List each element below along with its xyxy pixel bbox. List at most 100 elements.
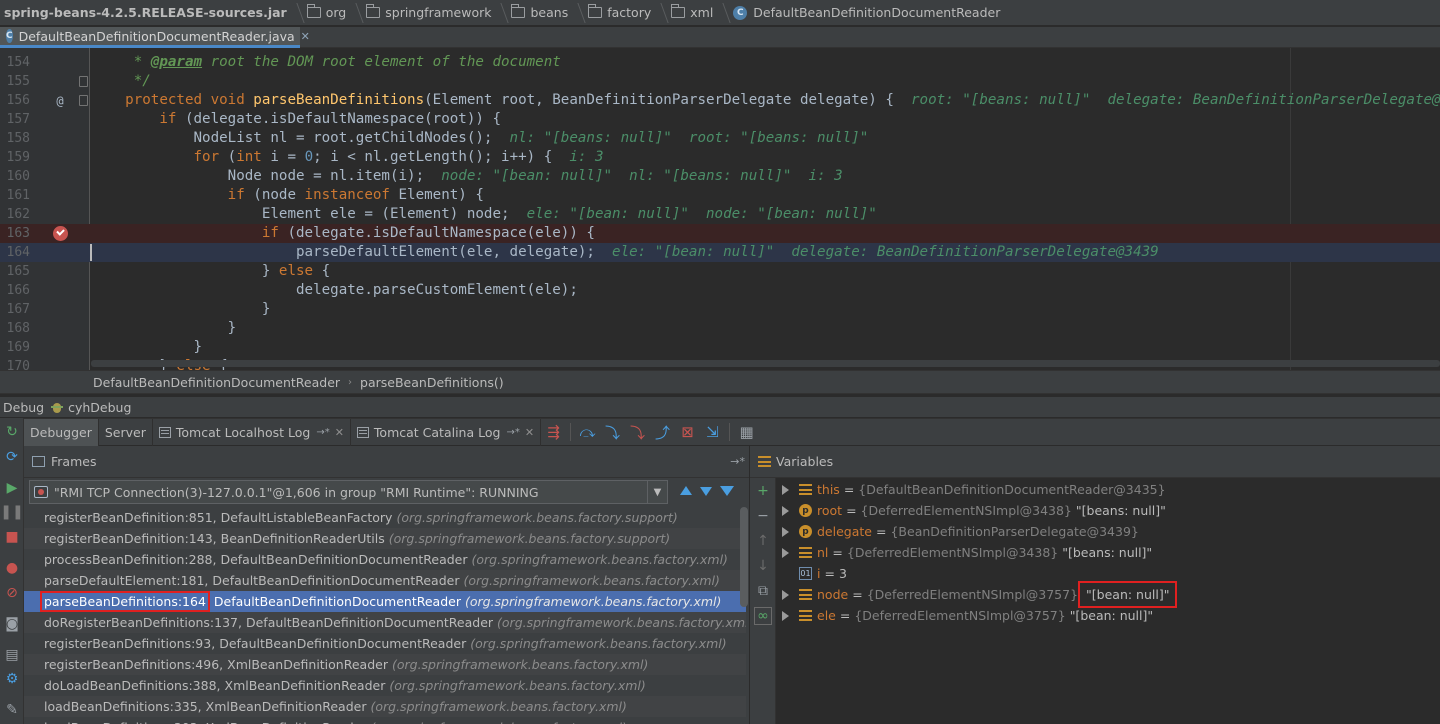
line-number[interactable]: 161 [0, 186, 30, 205]
code-line[interactable]: 165 } else { [0, 262, 1440, 281]
variable-row[interactable]: ele = {DeferredElementNSImpl@3757} "[bean: … [780, 605, 1153, 626]
breakpoint-icon[interactable] [53, 226, 68, 241]
code-line[interactable]: 154 * @param root the DOM root element o… [0, 53, 1440, 72]
show-values-icon[interactable]: ∞ [754, 607, 772, 625]
pause-icon[interactable]: ❚❚ [0, 503, 23, 521]
step-out-icon[interactable]: ⤴ [650, 421, 675, 443]
line-number[interactable]: 166 [0, 281, 30, 300]
frame-row[interactable]: doRegisterBeanDefinitions:137, DefaultBea… [24, 612, 746, 633]
chevron-down-icon[interactable]: ▼ [647, 481, 667, 503]
fold-icon[interactable] [79, 95, 88, 106]
breadcrumb-folder-org[interactable]: org [306, 0, 346, 25]
frame-row[interactable]: registerBeanDefinition:143, BeanDefinitio… [24, 528, 746, 549]
code-line[interactable]: 158 NodeList nl = root.getChildNodes(); … [0, 129, 1440, 148]
line-number[interactable]: 165 [0, 262, 30, 281]
close-icon[interactable]: ✕ [301, 30, 310, 43]
breadcrumb-folder-springframework[interactable]: springframework [366, 0, 491, 25]
code-line[interactable]: 163 if (delegate.isDefaultNamespace(ele)… [0, 224, 1440, 243]
settings-icon[interactable]: ⚙ [3, 670, 21, 688]
camera-icon[interactable]: ◙ [3, 615, 21, 633]
move-down-icon[interactable]: ↓ [754, 557, 772, 575]
expand-icon[interactable] [782, 505, 789, 516]
frame-row[interactable]: loadBeanDefinitions:303, XmlBeanDefinitio… [24, 717, 746, 724]
code-line[interactable]: 157 if (delegate.isDefaultNamespace(root… [0, 110, 1440, 129]
line-number[interactable]: 169 [0, 338, 30, 357]
frames-scrollbar[interactable] [740, 507, 748, 607]
remove-watch-icon[interactable]: − [754, 507, 772, 525]
arrow-down-icon[interactable] [700, 487, 712, 496]
code-line[interactable]: 167 } [0, 300, 1440, 319]
frame-row[interactable]: processBeanDefinition:288, DefaultBeanDef… [24, 549, 746, 570]
breadcrumb-folder-beans[interactable]: beans [511, 0, 568, 25]
frame-row[interactable]: registerBeanDefinitions:93, DefaultBeanDe… [24, 633, 746, 654]
code-line[interactable]: 162 Element ele = (Element) node; ele: "… [0, 205, 1440, 224]
copy-icon[interactable]: ⧉ [754, 582, 772, 600]
view-breakpoints-icon[interactable]: ● [3, 559, 21, 577]
tab-tomcat-catalina-log[interactable]: Tomcat Catalina Log →* ✕ [351, 418, 542, 446]
breadcrumb-folder-factory[interactable]: factory [588, 0, 651, 25]
close-icon[interactable]: ✕ [525, 426, 534, 439]
layout-icon[interactable]: ▤ [3, 646, 21, 664]
pin-icon[interactable]: →* [316, 427, 329, 438]
line-number[interactable]: 168 [0, 319, 30, 338]
tab-server[interactable]: Server [99, 418, 153, 446]
horizontal-scrollbar[interactable] [91, 360, 1440, 367]
stop-icon[interactable]: ■ [3, 528, 21, 546]
line-number[interactable]: 163 [0, 224, 30, 243]
variable-row[interactable]: p root = {DeferredElementNSImpl@3438} "[bean… [780, 500, 1166, 521]
editor-breadcrumb-class[interactable]: DefaultBeanDefinitionDocumentReader [93, 375, 340, 390]
code-line[interactable]: 159 for (int i = 0; i < nl.getLength(); … [0, 148, 1440, 167]
show-execution-point-icon[interactable]: ⇶ [541, 421, 566, 443]
code-line[interactable]: 160 Node node = nl.item(i); node: "[bean… [0, 167, 1440, 186]
refresh-icon[interactable]: ⟳ [3, 448, 21, 466]
code-line[interactable]: 169 } [0, 338, 1440, 357]
fold-icon[interactable] [79, 76, 88, 87]
rerun-icon[interactable]: ↻ [3, 423, 21, 441]
pin-icon[interactable]: →* [730, 455, 745, 468]
code-line[interactable]: 166 delegate.parseCustomElement(ele); [0, 281, 1440, 300]
breadcrumb-jar[interactable]: spring-beans-4.2.5.RELEASE-sources.jar [4, 0, 287, 25]
frame-row[interactable]: parseDefaultElement:181, DefaultBeanDefin… [24, 570, 746, 591]
arrow-up-icon[interactable] [680, 486, 692, 495]
frame-row[interactable]: registerBeanDefinitions:496, XmlBeanDefin… [24, 654, 746, 675]
mute-breakpoints-icon[interactable]: ⊘ [3, 584, 21, 602]
frame-row[interactable]: doLoadBeanDefinitions:388, XmlBeanDefinit… [24, 675, 746, 696]
editor-breadcrumb-method[interactable]: parseBeanDefinitions() [360, 375, 504, 390]
step-into-icon[interactable]: ⤵ [600, 421, 625, 443]
expand-icon[interactable] [782, 547, 789, 558]
line-number[interactable]: 167 [0, 300, 30, 319]
code-line[interactable]: 161 if (node instanceof Element) { [0, 186, 1440, 205]
expand-icon[interactable] [782, 526, 789, 537]
force-step-into-icon[interactable]: ⤵ [625, 421, 650, 443]
expand-icon[interactable] [782, 589, 789, 600]
debug-config-name[interactable]: cyhDebug [68, 400, 131, 415]
line-number[interactable]: 162 [0, 205, 30, 224]
variable-row[interactable]: this = {DefaultBeanDefinitionDocumentReade… [780, 479, 1166, 500]
code-editor[interactable]: 154 * @param root the DOM root element o… [0, 48, 1440, 370]
variable-row[interactable]: nl = {DeferredElementNSImpl@3438} "[beans: … [780, 542, 1152, 563]
code-line[interactable]: 156 @ protected void parseBeanDefinitions… [0, 91, 1440, 110]
variable-row[interactable]: node = {DeferredElementNSImpl@3757} "[bean:… [780, 581, 1178, 608]
breadcrumb-class[interactable]: C DefaultBeanDefinitionDocumentReader [733, 0, 1000, 25]
line-number[interactable]: 159 [0, 148, 30, 167]
step-over-icon[interactable]: ⤼ [575, 421, 600, 443]
pin-icon[interactable]: ✎ [3, 701, 21, 719]
variable-row[interactable]: 01 i = 3 [780, 563, 847, 584]
editor-tab-file[interactable]: C DefaultBeanDefinitionDocumentReader.ja… [0, 27, 310, 48]
frame-row[interactable]: registerBeanDefinition:851, DefaultListab… [24, 507, 746, 528]
breadcrumb-folder-xml[interactable]: xml [671, 0, 713, 25]
frame-row[interactable]: loadBeanDefinitions:335, XmlBeanDefinitio… [24, 696, 746, 717]
tab-debugger[interactable]: Debugger [24, 418, 99, 446]
code-line[interactable]: 168 } [0, 319, 1440, 338]
new-watch-icon[interactable]: + [754, 482, 772, 500]
tab-tomcat-localhost-log[interactable]: Tomcat Localhost Log →* ✕ [153, 418, 351, 446]
run-to-cursor-icon[interactable]: ⇲ [700, 421, 725, 443]
line-number[interactable]: 158 [0, 129, 30, 148]
thread-selector[interactable]: "RMI TCP Connection(3)-127.0.0.1"@1,606 … [29, 480, 668, 504]
resume-icon[interactable]: ▶ [3, 479, 21, 497]
line-number[interactable]: 154 [0, 53, 30, 72]
frame-row[interactable]: parseBeanDefinitions:164 DefaultBeanDefin… [24, 591, 746, 612]
expand-icon[interactable] [782, 610, 789, 621]
code-line[interactable]: 164 parseDefaultElement(ele, delegate); … [0, 243, 1440, 262]
variable-row[interactable]: p delegate = {BeanDefinitionParserDelegate@… [780, 521, 1139, 542]
